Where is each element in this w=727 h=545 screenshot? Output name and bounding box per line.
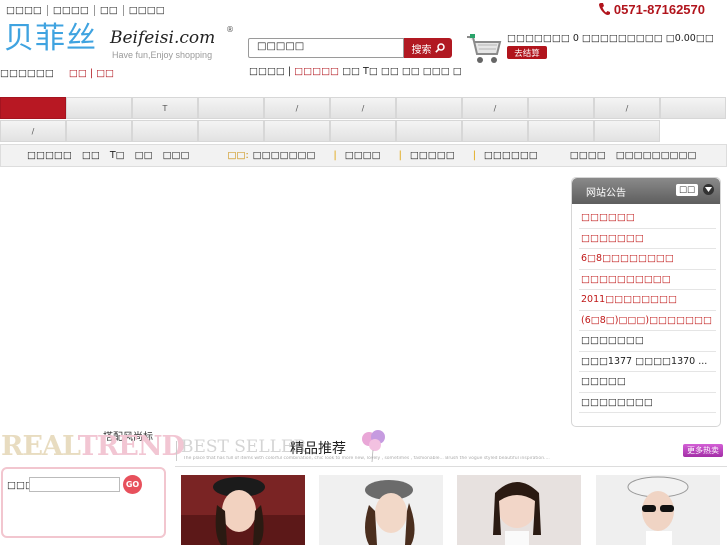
search-button[interactable]: 搜索: [404, 38, 452, 58]
nav-tab-9[interactable]: [528, 97, 594, 119]
subnav-link-3[interactable]: T□: [110, 150, 125, 161]
sub-navigation: □□□□□ □□ T□ □□ □□□ □□: □□□□□□□ | □□□□ | …: [0, 144, 727, 167]
shopping-cart-icon[interactable]: [466, 34, 502, 66]
nav-tab-2[interactable]: [66, 97, 132, 119]
product-image-3[interactable]: [457, 475, 581, 545]
top-link-2[interactable]: □□□□: [48, 5, 95, 16]
hot-keyword-highlight[interactable]: □□□□□: [294, 66, 339, 77]
nav-tab-16[interactable]: [264, 120, 330, 142]
real-trend-logo[interactable]: REALTREND: [1, 431, 185, 462]
notice-item[interactable]: □□□1377 □□□□1370 ...: [579, 352, 716, 372]
phone-number: 0571-87162570: [613, 2, 705, 17]
search-input[interactable]: □□□□□: [248, 38, 404, 58]
cart-summary: □□□□□□□ 0 □□□□□□□□□ □0.00□□: [507, 33, 714, 44]
top-link-3[interactable]: □□: [95, 5, 124, 16]
logo-chinese[interactable]: 贝菲丝: [4, 24, 97, 54]
side-search-input[interactable]: [29, 477, 120, 492]
notice-item[interactable]: 2011□□□□□□□□: [579, 290, 716, 311]
notice-item[interactable]: (6□8□)□□□)□□□□□□□: [579, 311, 716, 331]
best-seller-title: 精品推荐: [290, 441, 346, 457]
nav-tab-7[interactable]: [396, 97, 462, 119]
nav-tab-6[interactable]: /: [330, 97, 396, 119]
notice-item[interactable]: □□□□□□: [579, 208, 716, 229]
subnav-link-10[interactable]: □□□□: [570, 150, 606, 161]
welcome-bar: □□□□□□ □□ | □□: [0, 68, 114, 79]
notice-title: 网站公告: [586, 187, 626, 199]
go-button[interactable]: GO: [123, 475, 142, 494]
subnav-link-1[interactable]: □□□□□: [27, 150, 72, 161]
product-image-1[interactable]: [181, 475, 305, 545]
nav-tab-18[interactable]: [396, 120, 462, 142]
welcome-text: □□□□□□: [0, 68, 54, 79]
login-register-link[interactable]: □□ | □□: [69, 68, 114, 79]
nav-tab-17[interactable]: [330, 120, 396, 142]
notice-item[interactable]: □□□□□□□: [579, 229, 716, 249]
nav-tab-3[interactable]: T: [132, 97, 198, 119]
subnav-link-7[interactable]: □□□□: [345, 150, 381, 161]
best-seller-description: The place that has full of items with co…: [183, 456, 550, 461]
side-search-box: □□□ GO: [1, 467, 166, 538]
nav-tab-4[interactable]: [198, 97, 264, 119]
nav-tab-10[interactable]: /: [594, 97, 660, 119]
notice-list: □□□□□□ □□□□□□□ 6□8□□□□□□□□ □□□□□□□□□□ 2011□□…: [579, 208, 716, 413]
subnav-divider: |: [333, 150, 337, 161]
nav-tab-15[interactable]: [198, 120, 264, 142]
subnav-link-5[interactable]: □□□: [163, 150, 190, 161]
notice-header: 网站公告 □□: [572, 178, 720, 204]
main-nav-row-1: T / / / /: [0, 97, 726, 119]
product-image-4[interactable]: [596, 475, 720, 545]
nav-tab-8[interactable]: /: [462, 97, 528, 119]
notice-item[interactable]: □□□□□□□□□□: [579, 270, 716, 290]
search-button-label: 搜索: [411, 44, 432, 56]
top-links: □□□□ □□□□ □□ □□□□: [6, 5, 170, 16]
hot-keywords-rest[interactable]: □□ T□ □□ □□ □□□ □: [342, 66, 462, 77]
subnav-divider: |: [472, 150, 476, 161]
subnav-link-2[interactable]: □□: [82, 150, 100, 161]
section-divider: [175, 466, 727, 467]
notice-more-link[interactable]: □□: [675, 184, 698, 196]
nav-tab-1[interactable]: [0, 97, 66, 119]
hot-keywords-prefix: □□□□ |: [249, 66, 292, 77]
more-hot-button[interactable]: 更多热卖: [683, 444, 723, 457]
chevron-down-icon[interactable]: [703, 184, 714, 195]
main-nav-row-2: /: [0, 120, 660, 142]
nav-tab-14[interactable]: [132, 120, 198, 142]
nav-tab-19[interactable]: [462, 120, 528, 142]
checkout-button[interactable]: 去结算: [507, 46, 547, 59]
subnav-link-8[interactable]: □□□□□: [410, 150, 455, 161]
subnav-label: □□:: [227, 150, 249, 161]
divider: [176, 441, 177, 461]
site-notice-panel: 网站公告 □□ □□□□□□ □□□□□□□ 6□8□□□□□□□□ □□□□□□□□…: [571, 177, 721, 427]
subnav-link-6[interactable]: □□□□□□□: [253, 150, 316, 161]
notice-item[interactable]: 6□8□□□□□□□□: [579, 249, 716, 270]
hot-keywords: □□□□ | □□□□□ □□ T□ □□ □□ □□□ □: [249, 66, 462, 77]
nav-tab-13[interactable]: [66, 120, 132, 142]
nav-tab-11[interactable]: [660, 97, 726, 119]
notice-item[interactable]: □□□□□□□□: [579, 393, 716, 413]
subnav-link-4[interactable]: □□: [135, 150, 153, 161]
logo-tagline: Have fun,Enjoy shopping: [112, 50, 213, 60]
nav-tab-21[interactable]: [594, 120, 660, 142]
nav-tab-20[interactable]: [528, 120, 594, 142]
top-link-4[interactable]: □□□□: [124, 5, 170, 16]
hotline: 0571-87162570: [598, 2, 705, 17]
subnav-divider: |: [398, 150, 402, 161]
nav-tab-5[interactable]: /: [264, 97, 330, 119]
search-icon: [434, 43, 445, 53]
best-seller-logo: BEST SELLER: [181, 437, 307, 457]
subnav-link-11[interactable]: □□□□□□□□□: [616, 150, 697, 161]
real-trend-logo-a: REAL: [1, 431, 79, 462]
nav-tab-12[interactable]: /: [0, 120, 66, 142]
top-link-1[interactable]: □□□□: [6, 5, 48, 16]
notice-item[interactable]: □□□□□: [579, 372, 716, 393]
notice-item[interactable]: □□□□□□□: [579, 331, 716, 352]
real-trend-logo-b: TREND: [77, 431, 185, 462]
logo-english[interactable]: Beifeisi.com: [110, 28, 215, 48]
subnav-link-9[interactable]: □□□□□□: [484, 150, 538, 161]
phone-icon: [598, 3, 610, 15]
product-image-2[interactable]: [319, 475, 443, 545]
logo-registered-mark: ®: [226, 25, 234, 34]
